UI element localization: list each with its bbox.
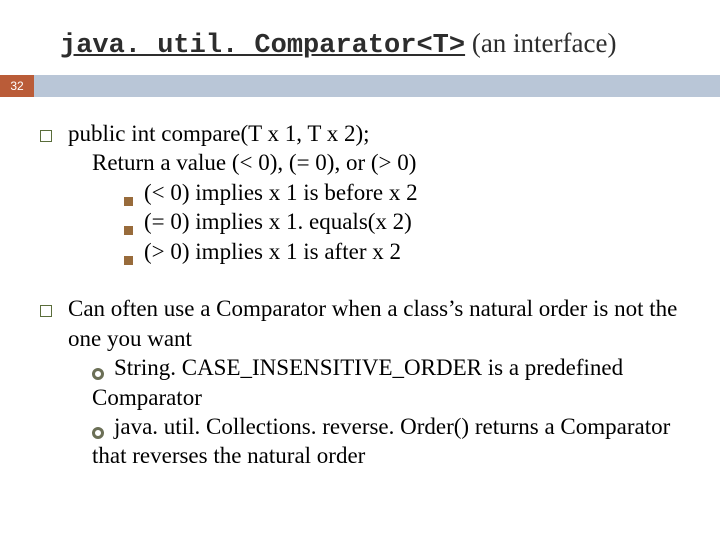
body-line: public int compare(T x 1, T x 2); — [68, 119, 680, 148]
sub-bullet-text: (> 0) implies x 1 is after x 2 — [144, 237, 401, 266]
sub-bullet-text: (< 0) implies x 1 is before x 2 — [144, 178, 418, 207]
title-code: java. util. Comparator<T> — [60, 31, 465, 61]
sub-bullet-continuation: Comparator — [92, 383, 680, 412]
title-annotation: (an interface) — [465, 28, 616, 58]
slide-body: public int compare(T x 1, T x 2); Return… — [0, 97, 720, 471]
bullet-content: public int compare(T x 1, T x 2); Return… — [68, 119, 680, 266]
sub-bullets: String. CASE_INSENSITIVE_ORDER is a pred… — [68, 353, 680, 471]
slide: java. util. Comparator<T> (an interface)… — [0, 0, 720, 540]
ring-icon — [92, 353, 114, 382]
body-line: Return a value (< 0), (= 0), or (> 0) — [68, 148, 680, 177]
bullet-content: Can often use a Comparator when a class’… — [68, 294, 680, 471]
sub-bullet-item: (> 0) implies x 1 is after x 2 — [124, 237, 680, 266]
open-square-icon — [40, 294, 68, 471]
sub-bullet-item: (= 0) implies x 1. equals(x 2) — [124, 207, 680, 236]
filled-square-icon — [124, 237, 144, 266]
sub-bullet-item: String. CASE_INSENSITIVE_ORDER is a pred… — [92, 353, 680, 382]
sub-bullet-text: String. CASE_INSENSITIVE_ORDER is a pred… — [114, 353, 623, 382]
slide-title: java. util. Comparator<T> (an interface) — [0, 0, 720, 75]
page-number-badge: 32 — [0, 75, 34, 97]
filled-square-icon — [124, 207, 144, 236]
divider-bar: 32 — [0, 75, 720, 97]
sub-bullet-item: java. util. Collections. reverse. Order(… — [92, 412, 680, 441]
ring-icon — [92, 412, 114, 441]
sub-bullets: (< 0) implies x 1 is before x 2 (= 0) im… — [68, 178, 680, 266]
sub-bullet-text: (= 0) implies x 1. equals(x 2) — [144, 207, 412, 236]
bullet-item: Can often use a Comparator when a class’… — [40, 294, 680, 471]
sub-bullet-text: java. util. Collections. reverse. Order(… — [114, 412, 670, 441]
body-line: Can often use a Comparator when a class’… — [68, 294, 680, 353]
bullet-item: public int compare(T x 1, T x 2); Return… — [40, 119, 680, 266]
open-square-icon — [40, 119, 68, 266]
sub-bullet-continuation: that reverses the natural order — [92, 441, 680, 470]
filled-square-icon — [124, 178, 144, 207]
divider-fill — [34, 75, 720, 97]
sub-bullet-item: (< 0) implies x 1 is before x 2 — [124, 178, 680, 207]
